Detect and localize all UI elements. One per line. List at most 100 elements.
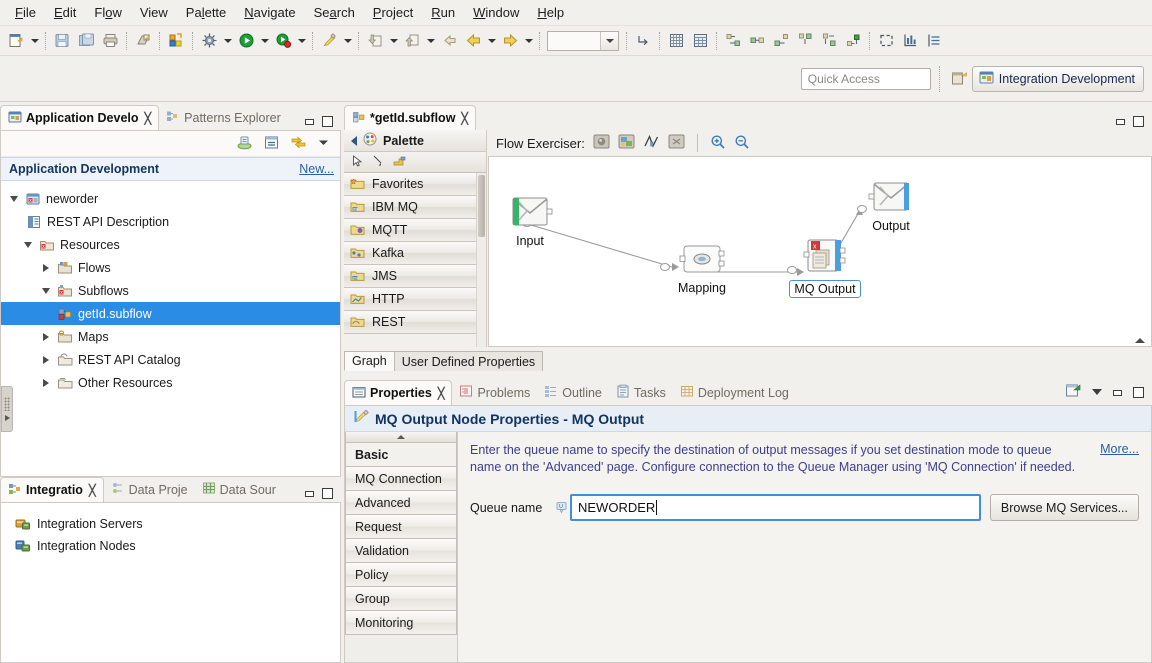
menu-window[interactable]: Window — [464, 2, 528, 23]
marquee-tool-icon[interactable] — [371, 154, 385, 171]
align-left-icon[interactable] — [722, 30, 744, 52]
maximize-icon[interactable] — [1133, 116, 1144, 127]
test-icon[interactable] — [272, 30, 294, 52]
working-set-combo[interactable] — [547, 31, 619, 51]
chevron-down-icon[interactable] — [7, 192, 20, 205]
tree-item-maps[interactable]: Maps — [1, 325, 340, 348]
menu-file[interactable]: FFileile — [6, 2, 45, 23]
tab-outline[interactable]: Outline — [537, 380, 609, 405]
tab-data-source[interactable]: Data Sour — [195, 477, 283, 502]
new-pattern-icon[interactable] — [165, 30, 187, 52]
connection-tool-icon[interactable] — [392, 154, 407, 171]
nav-item-policy[interactable]: Policy — [345, 563, 457, 587]
list-item-integration-nodes[interactable]: Integration Nodes — [15, 535, 340, 557]
tree-item-flows[interactable]: Flows — [1, 256, 340, 279]
tree-item-neworder[interactable]: x neworder — [1, 187, 340, 210]
chevron-down-icon[interactable] — [39, 284, 52, 297]
flow-order-icon[interactable] — [632, 30, 654, 52]
chevron-right-icon[interactable] — [39, 376, 52, 389]
palette-drawer-jms[interactable]: jms JMS — [344, 265, 486, 288]
zoom-in-icon[interactable] — [710, 134, 726, 153]
clear-icon[interactable] — [668, 134, 685, 152]
drag-handle-icon[interactable] — [4, 397, 10, 411]
debug-icon[interactable] — [198, 30, 220, 52]
tab-integration[interactable]: Integratio ╳ — [0, 477, 104, 502]
chevron-right-icon[interactable] — [39, 353, 52, 366]
tab-data-project[interactable]: Data Proje — [104, 477, 195, 502]
nav-scroll-up-icon[interactable] — [345, 432, 457, 443]
prev-icon[interactable] — [462, 30, 484, 52]
chevron-down-icon[interactable] — [600, 32, 618, 50]
zoom-out-icon[interactable] — [734, 134, 750, 153]
run-dropdown-arrow[interactable] — [258, 30, 271, 52]
flow-canvas[interactable]: Input Mapping — [488, 157, 1152, 347]
maximize-icon[interactable] — [322, 116, 333, 127]
debug-dropdown-arrow[interactable] — [221, 30, 234, 52]
save-all-icon[interactable] — [75, 30, 97, 52]
back-icon[interactable] — [438, 30, 460, 52]
new-icon[interactable] — [5, 30, 27, 52]
nav-item-validation[interactable]: Validation — [345, 539, 457, 563]
flow-node-mapping[interactable]: Mapping — [662, 242, 742, 295]
deploy-icon[interactable] — [132, 30, 154, 52]
nav-item-basic[interactable]: Basic — [345, 443, 457, 467]
select-tool-icon[interactable] — [350, 154, 364, 171]
minimize-icon[interactable] — [1115, 116, 1126, 127]
list-item-integration-servers[interactable]: Integration Servers — [15, 513, 340, 535]
view-menu-icon[interactable] — [1092, 389, 1102, 395]
nav-item-mq-connection[interactable]: MQ Connection — [345, 467, 457, 491]
link-with-editor-icon[interactable] — [290, 134, 307, 154]
minimize-icon[interactable] — [1112, 387, 1123, 398]
menu-flow[interactable]: Flow — [85, 2, 130, 23]
view-menu-icon[interactable] — [317, 136, 330, 152]
menu-project[interactable]: Project — [364, 2, 422, 23]
close-icon[interactable]: ╳ — [438, 387, 445, 400]
restore-icon[interactable] — [1133, 387, 1144, 398]
fast-view-rail[interactable] — [1, 386, 13, 432]
new-dropdown-arrow[interactable] — [28, 30, 41, 52]
print-icon[interactable] — [99, 30, 121, 52]
tree-item-resources[interactable]: x Resources — [1, 233, 340, 256]
flow-node-output[interactable]: Output — [852, 180, 930, 233]
align-right-icon[interactable] — [770, 30, 792, 52]
path-icon[interactable] — [643, 134, 660, 152]
chevron-down-icon[interactable] — [21, 238, 34, 251]
flow-exerciser-dropdown-arrow[interactable] — [341, 30, 354, 52]
save-icon[interactable] — [51, 30, 73, 52]
outline-list-icon[interactable] — [923, 30, 945, 52]
tab-problems[interactable]: Problems — [452, 380, 537, 405]
tree-item-rest-api-description[interactable]: REST API Description — [1, 210, 340, 233]
nav-item-advanced[interactable]: Advanced — [345, 491, 457, 515]
collapse-palette-icon[interactable] — [351, 136, 357, 146]
minimize-icon[interactable] — [304, 116, 315, 127]
menu-help[interactable]: Help — [528, 2, 573, 23]
tab-patterns-explorer[interactable]: Patterns Explorer — [159, 105, 288, 130]
select-all-icon[interactable] — [875, 30, 897, 52]
queue-name-input[interactable]: NEWORDER — [570, 494, 981, 521]
menu-search[interactable]: Search — [305, 2, 364, 23]
palette-scrollbar[interactable] — [476, 173, 486, 347]
tab-graph[interactable]: Graph — [344, 351, 395, 371]
tree-item-rest-api-catalog[interactable]: REST API Catalog — [1, 348, 340, 371]
run-icon[interactable] — [235, 30, 257, 52]
minimize-icon[interactable] — [304, 488, 315, 499]
test-dropdown-arrow[interactable] — [295, 30, 308, 52]
tab-deployment-log[interactable]: Deployment Log — [673, 380, 796, 405]
flow-node-input[interactable]: Input — [497, 195, 563, 248]
export-icon[interactable] — [401, 30, 423, 52]
collapse-all-icon[interactable] — [263, 134, 280, 154]
import-icon[interactable] — [364, 30, 386, 52]
tree-item-getid-subflow[interactable]: getId.subflow — [1, 302, 340, 325]
palette-drawer-http[interactable]: HTTP — [344, 288, 486, 311]
grid-icon[interactable] — [665, 30, 687, 52]
close-icon[interactable]: ╳ — [89, 484, 96, 497]
prev-dropdown-arrow[interactable] — [485, 30, 498, 52]
menu-palette[interactable]: Palette — [177, 2, 235, 23]
align-top-icon[interactable] — [794, 30, 816, 52]
next-icon[interactable] — [499, 30, 521, 52]
flow-node-mq-output[interactable]: x MQ Output — [773, 237, 877, 298]
palette-drawer-ibm-mq[interactable]: mq IBM MQ — [344, 196, 486, 219]
open-perspective-icon[interactable] — [948, 67, 972, 91]
palette-drawer-mqtt[interactable]: MQTT — [344, 219, 486, 242]
deploy-icon[interactable] — [236, 134, 253, 154]
